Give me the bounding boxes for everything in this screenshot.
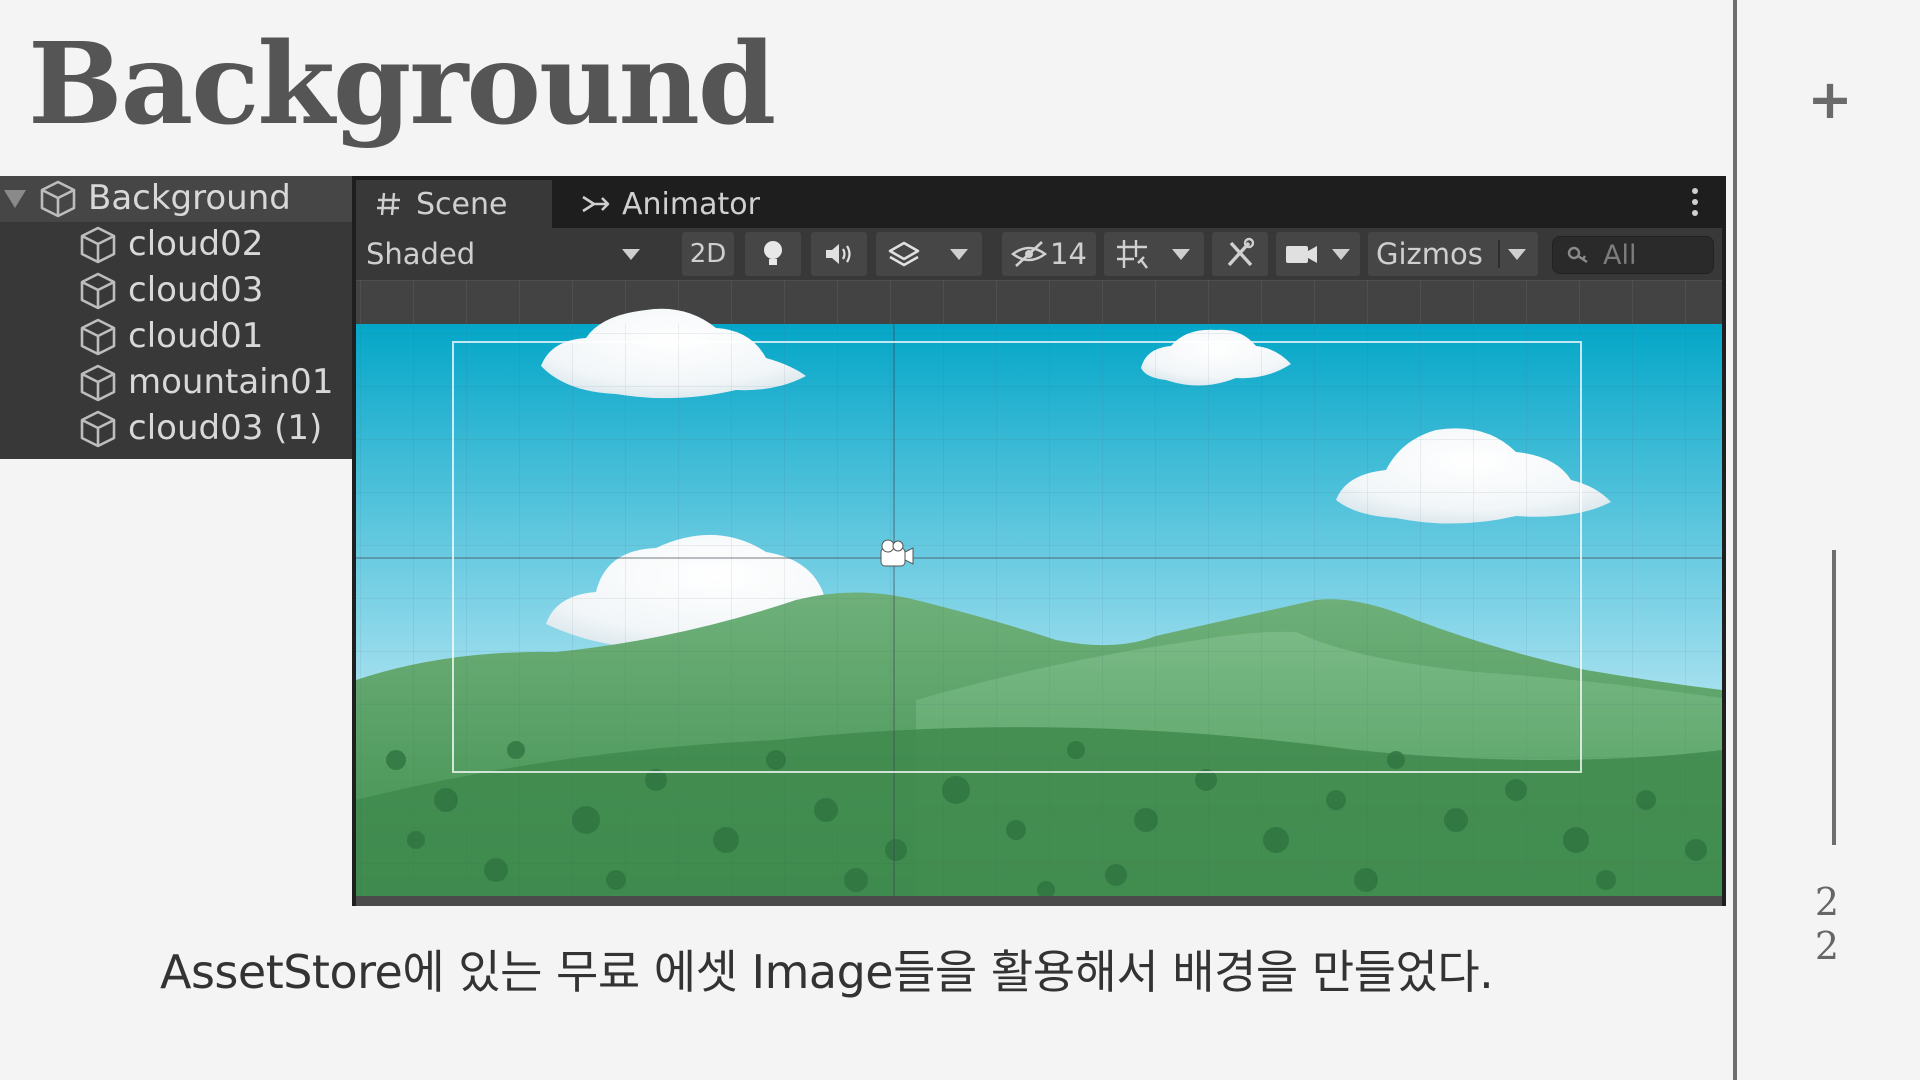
gizmos-label: Gizmos xyxy=(1376,237,1483,271)
slide-caption: AssetStore에 있는 무료 에셋 Image들을 활용해서 배경을 만들… xyxy=(160,945,1494,999)
scene-toolbar: Shaded 2D 14 Gizmos All xyxy=(356,228,1722,280)
chevron-down-icon xyxy=(1508,249,1526,260)
editor-tab-bar: Scene Animator xyxy=(352,176,1726,228)
gameobject-cube-icon xyxy=(80,364,116,402)
hidden-count: 14 xyxy=(1050,237,1087,271)
gameobject-cube-icon xyxy=(80,226,116,264)
hierarchy-item-cloud03-1[interactable]: cloud03 (1) xyxy=(0,406,352,452)
scene-canvas xyxy=(356,280,1722,900)
hierarchy-item-mountain01[interactable]: mountain01 xyxy=(0,360,352,406)
gameobject-cube-icon xyxy=(80,410,116,448)
lightbulb-icon xyxy=(764,241,782,265)
tab-animator[interactable]: Animator xyxy=(562,180,782,228)
camera-icon xyxy=(1286,246,1317,263)
slide-title: Background xyxy=(28,19,776,150)
scene-editor-window: Scene Animator Shaded 2D 14 Gizmos All xyxy=(352,176,1726,906)
progress-bar xyxy=(1832,550,1836,845)
tools-toggle[interactable] xyxy=(1212,232,1268,276)
mode-2d-toggle[interactable]: 2D xyxy=(682,232,734,276)
speaker-icon xyxy=(826,244,851,264)
hierarchy-item-label: cloud02 xyxy=(128,224,264,264)
effects-dropdown[interactable] xyxy=(876,232,982,276)
divider-line xyxy=(1733,0,1737,1080)
animator-icon xyxy=(582,195,610,213)
mode-2d-label: 2D xyxy=(689,239,727,269)
chevron-down-icon xyxy=(950,249,968,260)
hierarchy-root-item[interactable]: Background xyxy=(0,176,352,222)
gizmos-dropdown[interactable]: Gizmos xyxy=(1368,232,1538,276)
scene-viewport[interactable] xyxy=(356,280,1722,900)
tab-label: Animator xyxy=(622,186,760,222)
hierarchy-item-cloud02[interactable]: cloud02 xyxy=(0,222,352,268)
scene-visibility-toggle[interactable]: 14 xyxy=(1002,232,1096,276)
tab-scene[interactable]: Scene xyxy=(356,180,552,228)
gameobject-cube-icon xyxy=(80,318,116,356)
effects-layers-icon xyxy=(888,241,920,267)
scene-search-input[interactable]: All xyxy=(1552,236,1714,274)
chevron-down-icon xyxy=(622,249,640,260)
shading-mode-label: Shaded xyxy=(366,237,476,271)
chevron-down-icon xyxy=(1172,249,1190,260)
eye-slash-icon xyxy=(1010,241,1048,267)
search-icon xyxy=(1567,246,1588,263)
lighting-toggle[interactable] xyxy=(745,232,801,276)
more-options-icon[interactable] xyxy=(1690,188,1700,216)
gameobject-cube-icon xyxy=(40,180,76,218)
hierarchy-item-label: cloud03 xyxy=(128,270,264,310)
search-placeholder: All xyxy=(1603,239,1637,271)
audio-toggle[interactable] xyxy=(811,232,867,276)
shading-mode-dropdown[interactable]: Shaded xyxy=(362,232,652,276)
hierarchy-item-label: cloud01 xyxy=(128,316,264,356)
grid-snapping-dropdown[interactable] xyxy=(1104,232,1204,276)
tools-wrench-icon xyxy=(1227,237,1255,267)
hierarchy-item-label: Background xyxy=(88,178,291,218)
hierarchy-panel: Background cloud02 cloud03 cloud01 mount… xyxy=(0,176,352,459)
hierarchy-item-cloud03[interactable]: cloud03 xyxy=(0,268,352,314)
add-slide-button[interactable]: + xyxy=(1800,60,1860,140)
hierarchy-item-cloud01[interactable]: cloud01 xyxy=(0,314,352,360)
fold-arrow-icon[interactable] xyxy=(4,190,26,208)
tab-label: Scene xyxy=(416,186,508,222)
viewport-bottom-bar xyxy=(356,896,1722,906)
dropdown-divider xyxy=(1498,240,1500,268)
hierarchy-item-label: cloud03 (1) xyxy=(128,408,323,448)
chevron-down-icon xyxy=(1332,249,1350,260)
hierarchy-item-label: mountain01 xyxy=(128,362,334,402)
page-number: 22 xyxy=(1814,880,1840,968)
scene-camera-dropdown[interactable] xyxy=(1276,232,1360,276)
grid-snap-icon xyxy=(1117,240,1148,269)
gameobject-cube-icon xyxy=(80,272,116,310)
grid-hash-icon xyxy=(377,192,400,216)
